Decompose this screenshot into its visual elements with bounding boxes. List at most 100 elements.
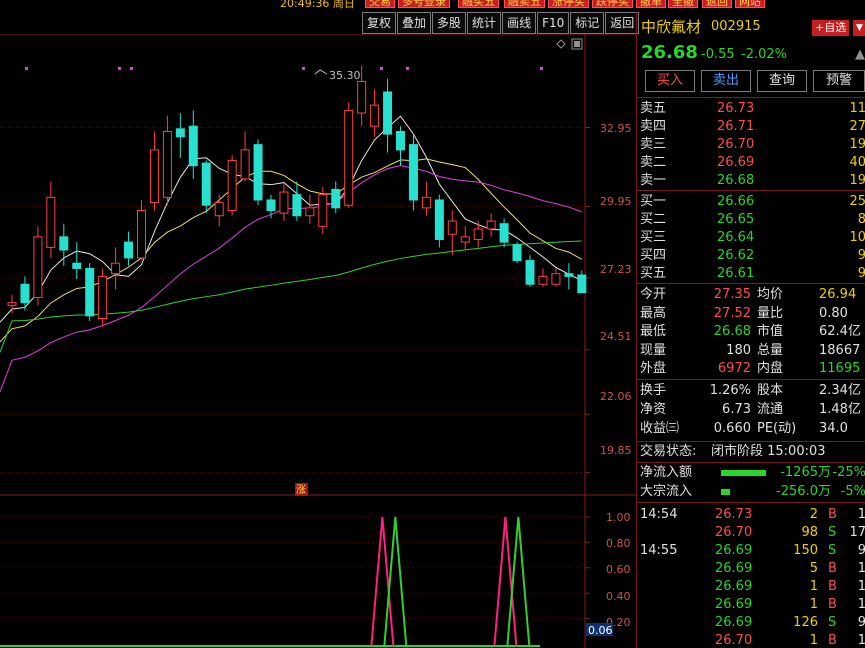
tick-row[interactable]: 26.69 5 B 1 bbox=[637, 560, 865, 578]
top-button-6[interactable]: 撤单 bbox=[636, 0, 666, 8]
stat2-label-2: 流通 bbox=[757, 402, 784, 417]
sell-button[interactable]: 卖出 bbox=[701, 70, 751, 92]
tick-count: 1 bbox=[857, 633, 865, 648]
bid-volume: 9 bbox=[857, 248, 865, 263]
ask-volume: 27 bbox=[849, 119, 865, 134]
ask-row-2[interactable]: 卖三 26.70 19 bbox=[637, 136, 865, 154]
flow-label: 大宗流入 bbox=[640, 484, 693, 499]
ask-price: 26.69 bbox=[717, 155, 755, 170]
query-button[interactable]: 查询 bbox=[757, 70, 807, 92]
bid-label: 买二 bbox=[640, 212, 667, 227]
top-button-8[interactable]: 返回 bbox=[702, 0, 732, 8]
bid-row-3[interactable]: 买四 26.62 9 bbox=[637, 247, 865, 265]
ask-label: 卖二 bbox=[640, 155, 667, 170]
stat2-row-1: 净资 6.73 流通 1.48亿 bbox=[637, 401, 865, 419]
stat-row-4: 外盘 6972 内盘 11695 bbox=[637, 360, 865, 378]
ask-volume: 11 bbox=[849, 101, 865, 116]
price-change-pct: -2.02% bbox=[741, 47, 787, 62]
stock-name: 中欣氟材 bbox=[641, 18, 702, 36]
stat2-value-2: 34.0 bbox=[819, 421, 848, 436]
signal-dot-3 bbox=[302, 67, 305, 70]
kline-chart[interactable]: 35.30 涨 32.95 29.95 27.23 24.51 22.06 19… bbox=[0, 34, 636, 648]
tick-volume: 1 bbox=[809, 579, 818, 594]
tick-count: 17 bbox=[849, 525, 865, 540]
peak-label: 35.30 bbox=[329, 69, 361, 82]
ind-tick-1: 1.00 bbox=[606, 511, 631, 524]
top-button-7[interactable]: 全撤 bbox=[668, 0, 698, 8]
tick-side: S bbox=[828, 525, 837, 540]
ask-volume: 19 bbox=[849, 137, 865, 152]
toolbar-statistics[interactable]: 统计 bbox=[467, 12, 502, 34]
toolbar-multi-stock[interactable]: 多股 bbox=[432, 12, 467, 34]
top-button-0[interactable]: 交易 bbox=[365, 0, 395, 8]
candle-31 bbox=[408, 134, 418, 211]
price-change: -0.55 bbox=[701, 47, 735, 62]
price-tick-4: 24.51 bbox=[600, 330, 632, 343]
bell-icon[interactable]: ▲ bbox=[855, 46, 865, 64]
tick-price: 26.70 bbox=[715, 633, 753, 648]
stat-label: 外盘 bbox=[640, 361, 667, 376]
top-strip: 20:49:36 周日 交易 多号登录 融买五 融卖五 涨停买 跌停买 撤单 全撤 返回 网站 bbox=[0, 0, 865, 10]
tick-row[interactable]: 26.70 98 S 17 bbox=[637, 524, 865, 542]
bid-price: 26.62 bbox=[717, 248, 755, 263]
stat-label-2: 内盘 bbox=[757, 361, 784, 376]
ask-price: 26.70 bbox=[717, 137, 755, 152]
signal-dot-4 bbox=[380, 67, 383, 70]
alert-button[interactable]: 预警 bbox=[813, 70, 865, 92]
stat2-value: 6.73 bbox=[722, 402, 751, 417]
dropdown-arrow-icon[interactable]: ▼ bbox=[853, 20, 865, 36]
toolbar-back[interactable]: 返回 bbox=[605, 12, 640, 34]
bid-price: 26.65 bbox=[717, 212, 755, 227]
top-button-4[interactable]: 涨停买 bbox=[548, 0, 589, 8]
bid-price: 26.61 bbox=[717, 266, 755, 281]
stat-label: 今开 bbox=[640, 287, 667, 302]
bid-row-1[interactable]: 买二 26.65 8 bbox=[637, 211, 865, 229]
top-button-3[interactable]: 融卖五 bbox=[504, 0, 545, 8]
ask-row-1[interactable]: 卖四 26.71 27 bbox=[637, 118, 865, 136]
bid-row-0[interactable]: 买一 26.66 25 bbox=[637, 193, 865, 211]
ask-row-3[interactable]: 卖二 26.69 40 bbox=[637, 154, 865, 172]
tick-row[interactable]: 26.70 1 B 1 bbox=[637, 632, 865, 648]
flow-value: -1265万 bbox=[780, 465, 831, 480]
tick-side: B bbox=[828, 633, 837, 648]
ask-row-4[interactable]: 卖一 26.68 19 bbox=[637, 172, 865, 190]
tick-row[interactable]: 26.69 1 B 1 bbox=[637, 578, 865, 596]
toolbar-draw-line[interactable]: 画线 bbox=[502, 12, 537, 34]
stat-label-2: 均价 bbox=[757, 287, 784, 302]
add-favorite-button[interactable]: +自选 bbox=[812, 20, 850, 36]
top-button-1[interactable]: 多号登录 bbox=[398, 0, 450, 8]
bid-row-4[interactable]: 买五 26.61 9 bbox=[637, 265, 865, 283]
candle-7 bbox=[98, 268, 108, 327]
tick-row[interactable]: 14:55 26.69 150 S 9 bbox=[637, 542, 865, 560]
signal-dot-2 bbox=[130, 67, 133, 70]
tick-row[interactable]: 26.69 126 S 9 bbox=[637, 614, 865, 632]
toolbar-f10[interactable]: F10 bbox=[537, 12, 570, 34]
toolbar-mark[interactable]: 标记 bbox=[570, 12, 605, 34]
stat2-value: 1.26% bbox=[709, 383, 751, 398]
ask-row-0[interactable]: 卖五 26.73 11 bbox=[637, 100, 865, 118]
top-button-5[interactable]: 跌停买 bbox=[592, 0, 633, 8]
top-button-2[interactable]: 融买五 bbox=[458, 0, 499, 8]
ask-label: 卖三 bbox=[640, 137, 667, 152]
tick-volume: 126 bbox=[793, 615, 818, 630]
chart-toolbar: 复权 叠加 多股 统计 画线 F10 标记 返回 bbox=[362, 12, 640, 34]
candle-39 bbox=[512, 242, 522, 264]
toolbar-overlay[interactable]: 叠加 bbox=[397, 12, 432, 34]
tick-side: B bbox=[828, 561, 837, 576]
buy-button[interactable]: 买入 bbox=[645, 70, 695, 92]
toolbar-fuquan[interactable]: 复权 bbox=[362, 12, 397, 34]
stat-value: 27.52 bbox=[713, 305, 751, 321]
bid-row-2[interactable]: 买三 26.64 10 bbox=[637, 229, 865, 247]
tick-count: 9 bbox=[857, 615, 865, 630]
price-tick-2: 29.95 bbox=[600, 195, 632, 208]
bid-volume: 10 bbox=[849, 230, 865, 245]
signal-dot-0 bbox=[25, 67, 28, 70]
stat-row-0: 今开 27.35 均价 26.94 bbox=[637, 286, 865, 304]
ind-tick-3: 0.60 bbox=[606, 563, 631, 576]
tick-count: 1 bbox=[857, 579, 865, 594]
tick-row[interactable]: 26.69 1 B 1 bbox=[637, 596, 865, 614]
tick-row[interactable]: 14:54 26.73 2 B 1 bbox=[637, 506, 865, 524]
top-button-9[interactable]: 网站 bbox=[735, 0, 765, 8]
limit-up-marker: 涨 bbox=[296, 484, 306, 496]
stat2-label-2: 股本 bbox=[757, 383, 784, 398]
